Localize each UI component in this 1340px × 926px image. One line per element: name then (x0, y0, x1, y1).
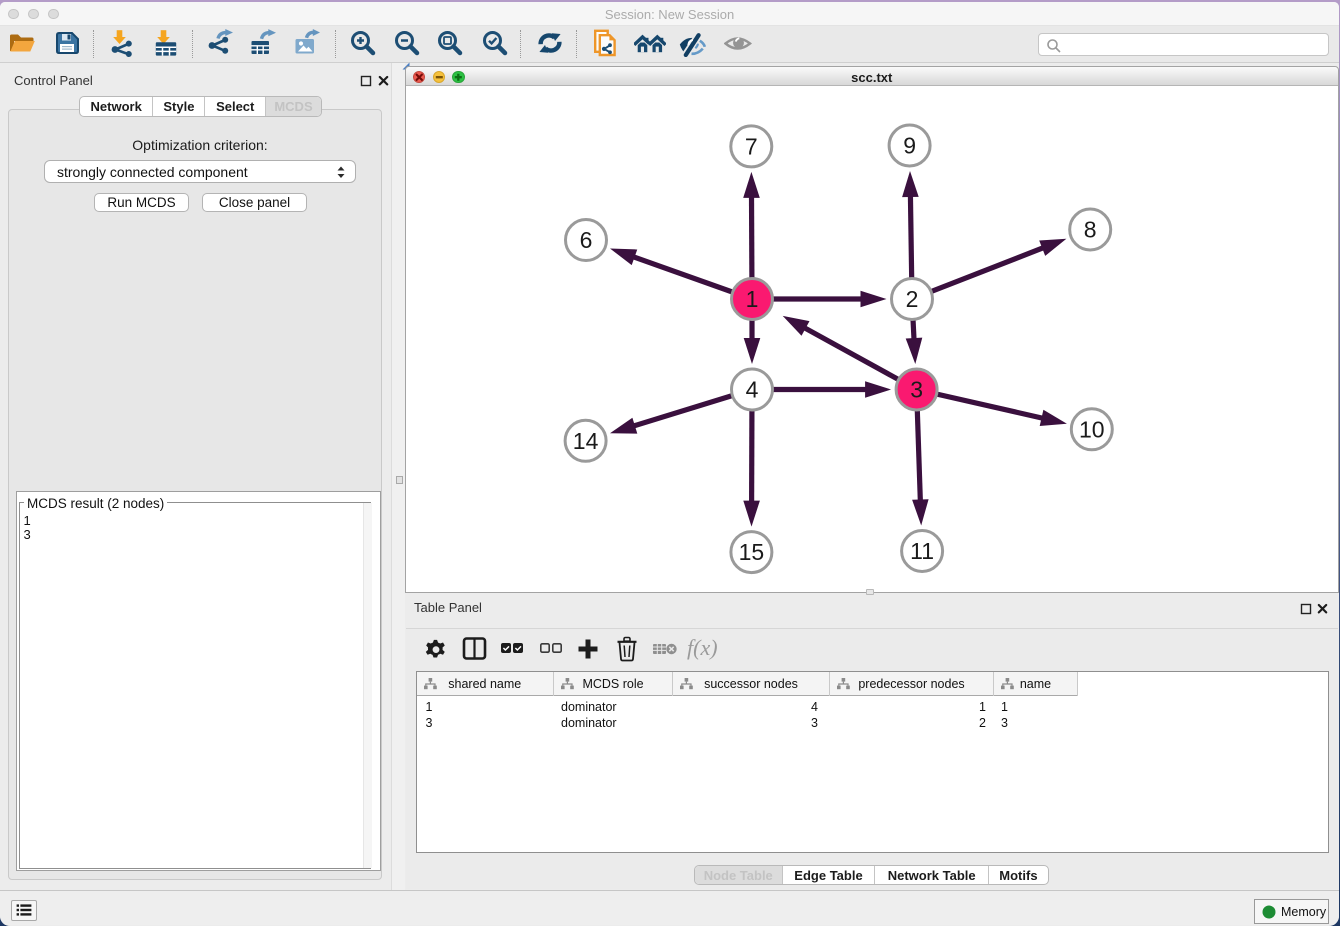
svg-text:11: 11 (910, 538, 934, 564)
svg-text:6: 6 (579, 227, 592, 253)
svg-text:14: 14 (572, 428, 598, 454)
svg-text:2: 2 (905, 286, 918, 312)
svg-text:1: 1 (745, 286, 758, 312)
svg-text:4: 4 (745, 377, 758, 403)
svg-text:3: 3 (910, 377, 923, 403)
svg-text:15: 15 (738, 539, 764, 565)
svg-text:10: 10 (1079, 416, 1105, 442)
svg-text:8: 8 (1083, 217, 1096, 243)
svg-text:9: 9 (903, 133, 916, 159)
svg-text:7: 7 (744, 133, 757, 159)
